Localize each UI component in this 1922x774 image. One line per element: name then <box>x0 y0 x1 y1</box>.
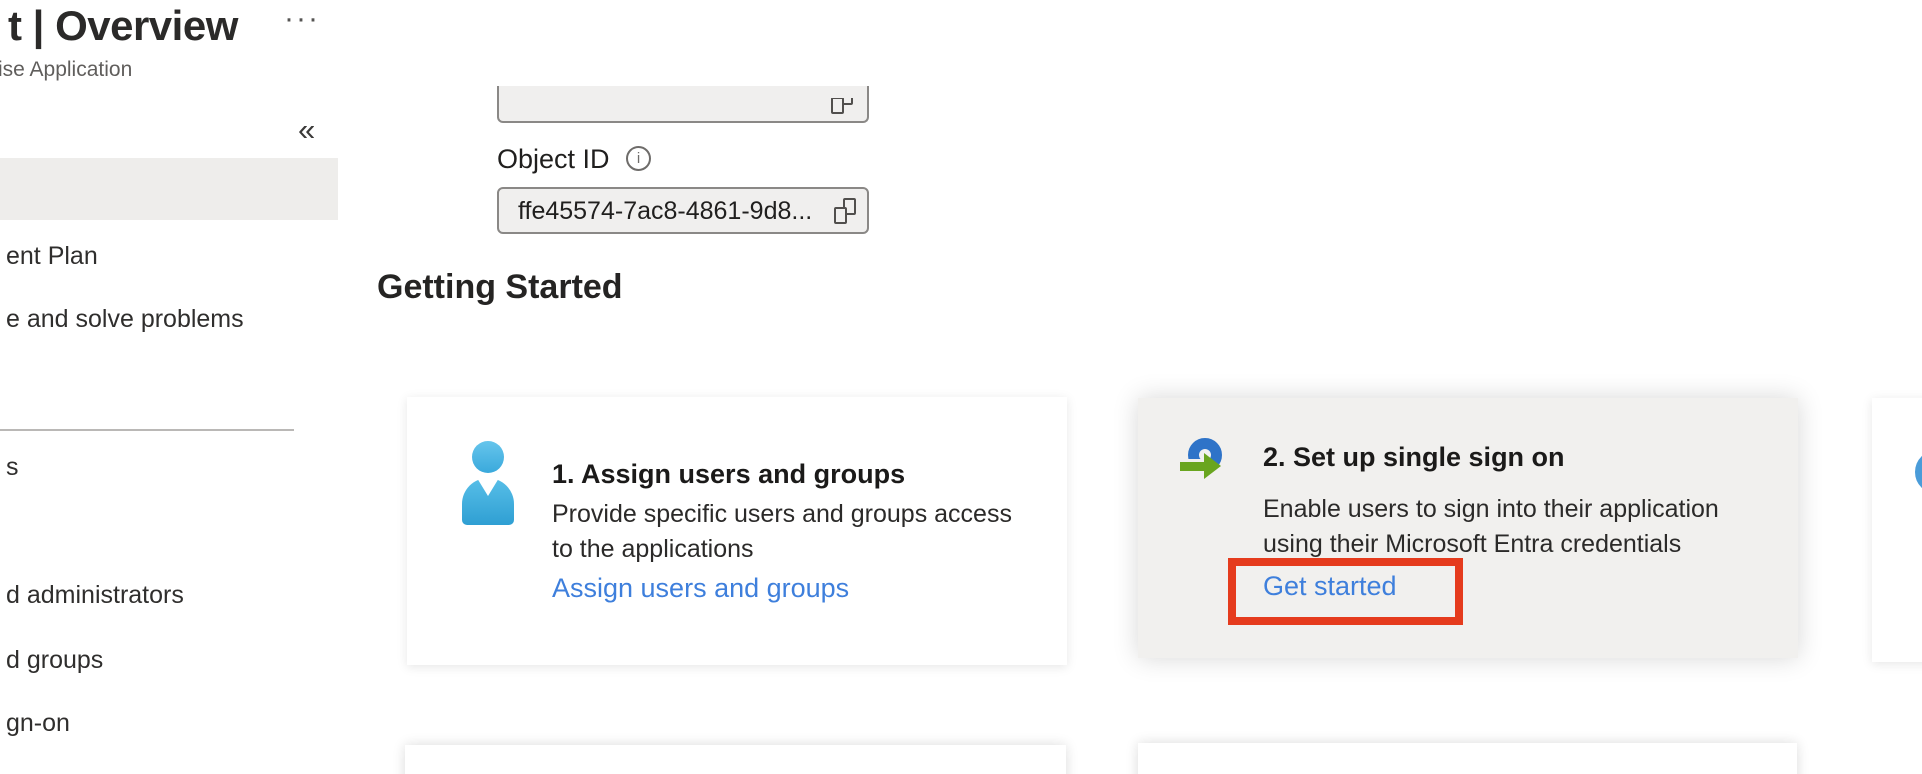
getting-started-heading: Getting Started <box>377 268 623 307</box>
person-icon <box>462 441 514 525</box>
sidebar-item-diagnose-solve-problems[interactable]: e and solve problems <box>0 303 300 335</box>
application-id-field-partial[interactable] <box>497 86 869 123</box>
card-description: Enable users to sign into their applicat… <box>1263 492 1719 562</box>
sidebar-item-single-sign-on[interactable]: gn-on <box>0 707 300 739</box>
card-assign-users-groups: 1. Assign users and groups Provide speci… <box>407 397 1067 665</box>
card-title: 1. Assign users and groups <box>552 459 905 490</box>
card-title: 2. Set up single sign on <box>1263 442 1565 473</box>
info-icon[interactable]: i <box>626 146 651 171</box>
more-menu-icon[interactable]: ··· <box>284 2 320 36</box>
card-partial-bottom-left <box>405 745 1066 774</box>
object-id-label: Object ID <box>497 144 610 175</box>
sidebar-item-roles-administrators[interactable]: d administrators <box>0 579 300 611</box>
copy-icon[interactable] <box>834 198 856 224</box>
sidebar-item-properties[interactable]: s <box>0 451 300 483</box>
page-title: t | Overview <box>8 2 238 50</box>
assign-users-groups-link[interactable]: Assign users and groups <box>552 573 849 604</box>
entra-overview-page: t | Overview ··· ise Application « w ent… <box>0 0 1922 774</box>
sidebar-selected-label-fragment: w <box>0 173 6 205</box>
sidebar-section-divider <box>0 429 294 431</box>
annotation-highlight-box <box>1228 558 1463 625</box>
copy-icon[interactable] <box>831 98 855 115</box>
sidebar-collapse-icon[interactable]: « <box>298 112 315 148</box>
object-id-field[interactable]: ffe45574-7ac8-4861-9d8... <box>497 187 869 234</box>
card-description: Provide specific users and groups access… <box>552 497 1012 567</box>
card-partial-bottom-right <box>1138 743 1797 774</box>
sidebar-item-users-groups[interactable]: d groups <box>0 644 300 676</box>
sign-in-arrow-icon <box>1180 436 1242 498</box>
sidebar-item-selected[interactable]: w <box>0 158 338 220</box>
sidebar-item-deployment-plan[interactable]: ent Plan <box>0 240 300 272</box>
card-partial-right <box>1872 398 1922 662</box>
object-id-value: ffe45574-7ac8-4861-9d8... <box>518 189 812 233</box>
page-subtitle: ise Application <box>0 58 132 82</box>
